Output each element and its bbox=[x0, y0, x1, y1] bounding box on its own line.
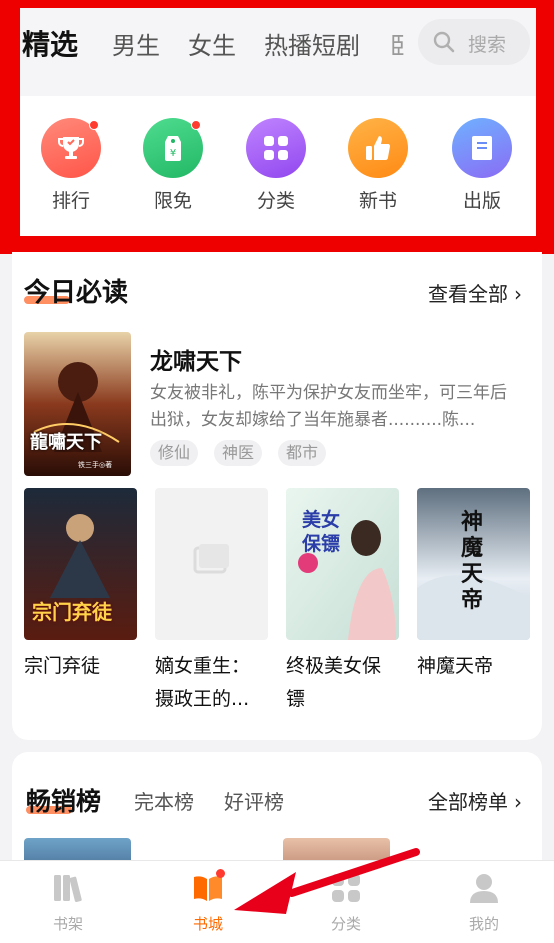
featured-book-title[interactable]: 龙啸天下 bbox=[150, 342, 242, 376]
nav-label: 我的 bbox=[468, 915, 499, 933]
featured-book-description: 女友被非礼，陈平为保护女友而坐牢，可三年后出狱，女友却嫁给了当年施暴者.....… bbox=[150, 383, 507, 430]
book-icon bbox=[472, 136, 492, 160]
tag-badge[interactable]: 都市 bbox=[278, 440, 327, 466]
book-title: 宗门弃徒 bbox=[24, 655, 101, 677]
bottom-navigation: 书架 书城 分类 我的 bbox=[0, 860, 554, 943]
quick-entry-label: 分类 bbox=[256, 190, 295, 212]
cover-title: 神魔天帝 bbox=[461, 510, 484, 613]
book-title: 终极美女保镖 bbox=[286, 655, 382, 710]
all-rankings-link[interactable]: 全部榜单 › bbox=[428, 786, 522, 815]
price-tag-icon: ¥ bbox=[165, 136, 181, 161]
search-bar[interactable]: 搜索 bbox=[418, 19, 530, 65]
chevron-right-icon: › bbox=[514, 790, 522, 814]
quick-entries: 排行 ¥ 限免 分类 新书 出版 bbox=[20, 118, 536, 228]
tab-clipped[interactable]: 卧 bbox=[390, 26, 404, 61]
cover-author: 铁三手◎著 bbox=[78, 461, 113, 469]
profile-icon bbox=[470, 874, 498, 903]
nav-bookshelf[interactable]: 书架 bbox=[28, 871, 108, 934]
thumbs-up-icon bbox=[366, 136, 391, 160]
bookshelf-icon bbox=[54, 875, 82, 903]
cover-title: 美女保镖 bbox=[302, 509, 341, 555]
search-placeholder: 搜索 bbox=[468, 34, 507, 56]
tab-short-drama[interactable]: 热播短剧 bbox=[264, 26, 360, 61]
notification-dot bbox=[216, 869, 225, 878]
trophy-icon bbox=[58, 137, 84, 159]
quick-entry-ranking[interactable]: 排行 bbox=[31, 118, 111, 213]
quick-entry-label: 新书 bbox=[358, 190, 397, 212]
book-card[interactable]: 神魔天帝 神魔天帝 bbox=[417, 488, 530, 683]
quick-entry-label: 排行 bbox=[51, 190, 90, 212]
book-cover: 宗门弃徒 bbox=[24, 488, 137, 640]
category-icon bbox=[332, 874, 360, 902]
cover-title: 龍嘯天下 bbox=[30, 432, 102, 453]
quick-entry-label: 出版 bbox=[462, 190, 501, 212]
tab-top-rated[interactable]: 好评榜 bbox=[224, 786, 284, 815]
image-placeholder-icon bbox=[193, 544, 229, 574]
section-title: 今日必读 bbox=[24, 278, 129, 308]
tab-featured[interactable]: 精选 bbox=[22, 23, 78, 63]
featured-book-cover[interactable]: 龍嘯天下 铁三手◎著 bbox=[24, 332, 131, 476]
tag-badge[interactable]: 修仙 bbox=[150, 440, 199, 466]
channel-tabs: 精选 男生 女生 热播短剧 卧 搜索 bbox=[20, 8, 536, 96]
search-icon bbox=[433, 31, 455, 53]
nav-profile[interactable]: 我的 bbox=[444, 871, 524, 934]
book-card[interactable]: 美女保镖 终极美女保镖 bbox=[286, 488, 399, 716]
quick-entry-publish[interactable]: 出版 bbox=[442, 118, 522, 213]
highlight-box: 精选 男生 女生 热播短剧 卧 搜索 排行 ¥ 限免 分类 新书 出版 bbox=[0, 0, 554, 254]
notification-dot bbox=[191, 120, 201, 130]
cover-title: 宗门弃徒 bbox=[32, 600, 112, 624]
nav-label: 书城 bbox=[192, 915, 223, 933]
see-all-link[interactable]: 查看全部 › bbox=[428, 278, 522, 307]
svg-text:¥: ¥ bbox=[170, 148, 176, 159]
book-cover: 美女保镖 bbox=[286, 488, 399, 640]
grid-icon bbox=[264, 136, 288, 160]
quick-entry-new-books[interactable]: 新书 bbox=[338, 118, 418, 213]
notification-dot bbox=[89, 120, 99, 130]
tab-completed[interactable]: 完本榜 bbox=[134, 786, 194, 815]
quick-entry-free[interactable]: ¥ 限免 bbox=[133, 118, 213, 213]
tab-female[interactable]: 女生 bbox=[188, 26, 236, 61]
daily-must-read-card: 今日必读 查看全部 › 龍嘯天下 铁三手◎著 龙啸天下 女友被非礼，陈平为保护女友… bbox=[12, 252, 542, 740]
book-card[interactable]: 宗门弃徒 宗门弃徒 bbox=[24, 488, 137, 683]
nav-bookstore[interactable]: 书城 bbox=[168, 869, 248, 934]
header-area: 精选 男生 女生 热播短剧 卧 搜索 排行 ¥ 限免 分类 新书 出版 bbox=[20, 8, 536, 236]
tab-bestseller[interactable]: 畅销榜 bbox=[26, 782, 101, 818]
nav-label: 书架 bbox=[52, 915, 83, 933]
tag-badge[interactable]: 神医 bbox=[214, 440, 263, 466]
quick-entry-label: 限免 bbox=[153, 190, 192, 212]
book-title: 嫡女重生： 摄政王的... bbox=[155, 655, 251, 710]
quick-entry-category[interactable]: 分类 bbox=[236, 118, 316, 213]
nav-label: 分类 bbox=[330, 915, 361, 933]
nav-category[interactable]: 分类 bbox=[306, 871, 386, 934]
book-title: 神魔天帝 bbox=[417, 655, 494, 677]
book-cover-placeholder bbox=[155, 488, 268, 640]
book-cover: 神魔天帝 bbox=[417, 488, 530, 640]
chevron-right-icon: › bbox=[514, 282, 522, 306]
book-card[interactable]: 嫡女重生： 摄政王的... bbox=[155, 488, 268, 716]
tab-male[interactable]: 男生 bbox=[112, 26, 160, 61]
